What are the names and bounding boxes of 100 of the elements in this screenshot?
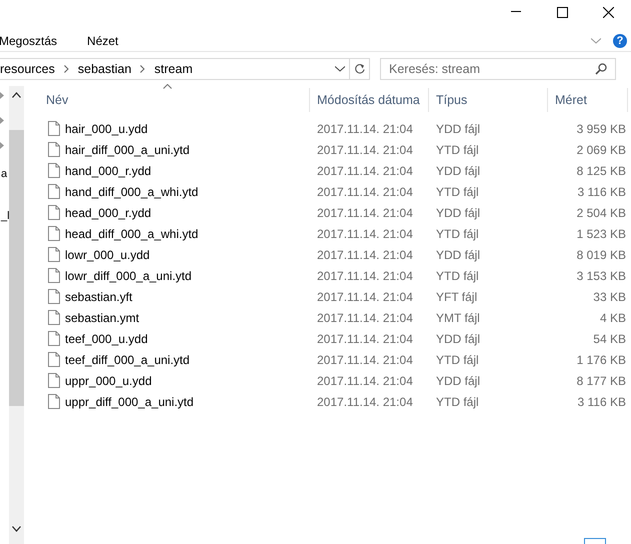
file-icon	[48, 184, 60, 199]
modified-date: 2017.11.14. 21:04	[317, 374, 413, 388]
nav-item[interactable]: a	[1, 167, 8, 181]
modified-date: 2017.11.14. 21:04	[317, 122, 413, 136]
file-name[interactable]: lowr_diff_000_a_uni.ytd	[65, 266, 192, 284]
breadcrumb[interactable]: stream	[154, 60, 193, 78]
file-size: 3 116 KB	[578, 184, 626, 200]
modified-date: 2017.11.14. 21:04	[317, 332, 413, 346]
file-icon	[48, 331, 60, 346]
file-name[interactable]: hair_diff_000_a_uni.ytd	[65, 140, 190, 158]
file-size: 8 177 KB	[576, 372, 626, 390]
file-size: 33 KB	[593, 288, 626, 306]
refresh-icon[interactable]	[354, 63, 365, 75]
ribbon-tab[interactable]: Nézet	[87, 32, 118, 50]
file-size: 4 KB	[600, 310, 626, 326]
expand-icon[interactable]	[0, 117, 4, 124]
minimize-icon[interactable]	[511, 11, 521, 13]
file-type: YFT fájl	[436, 290, 478, 304]
breadcrumb[interactable]: resources	[0, 60, 55, 78]
file-name[interactable]: teef_diff_000_a_uni.ytd	[65, 350, 190, 368]
search-field[interactable]: Keresés: stream	[380, 58, 616, 80]
file-icon	[48, 268, 60, 283]
sort-ascending-icon	[163, 84, 172, 89]
column-header[interactable]: Módosítás dátuma	[317, 90, 420, 110]
modified-date: 2017.11.14. 21:04	[317, 290, 413, 304]
modified-date: 2017.11.14. 21:04	[317, 184, 413, 198]
view-toggle-icon[interactable]	[584, 538, 606, 544]
column-header[interactable]: Méret	[555, 90, 587, 110]
file-name[interactable]: teef_000_u.ydd	[65, 330, 148, 348]
help-button[interactable]: ?	[613, 34, 627, 48]
file-size: 1 523 KB	[576, 226, 626, 242]
column-header[interactable]: Név	[46, 90, 68, 110]
file-icon	[48, 289, 60, 304]
chevron-right-icon[interactable]	[140, 65, 146, 73]
chevron-right-icon[interactable]	[64, 65, 69, 73]
file-icon	[48, 310, 60, 325]
file-type: YTD fájl	[436, 394, 479, 408]
modified-date: 2017.11.14. 21:04	[317, 268, 413, 282]
file-size: 8 019 KB	[576, 246, 626, 264]
file-icon	[48, 394, 60, 409]
file-size: 3 153 KB	[576, 268, 626, 284]
file-icon	[48, 352, 60, 367]
file-type: YDD fájl	[436, 248, 480, 262]
file-type: YDD fájl	[436, 206, 480, 220]
search-icon[interactable]	[595, 63, 607, 75]
scroll-down-icon[interactable]	[12, 526, 21, 532]
modified-date: 2017.11.14. 21:04	[317, 248, 413, 262]
scrollbar[interactable]	[9, 86, 24, 544]
maximize-icon[interactable]	[556, 6, 568, 18]
file-name[interactable]: head_000_r.ydd	[65, 204, 152, 222]
scrollbar-thumb[interactable]	[9, 130, 24, 406]
file-size: 2 504 KB	[576, 204, 626, 222]
file-name[interactable]: sebastian.yft	[65, 288, 132, 306]
column-header[interactable]: Típus	[436, 90, 468, 110]
modified-date: 2017.11.14. 21:04	[317, 394, 413, 408]
address-bar[interactable]: resources sebastian stream	[0, 58, 370, 80]
file-type: YDD fájl	[436, 122, 480, 136]
file-type: YTD fájl	[436, 352, 479, 366]
file-name[interactable]: hand_000_r.ydd	[65, 162, 152, 180]
file-type: YTD fájl	[436, 142, 479, 156]
modified-date: 2017.11.14. 21:04	[317, 164, 413, 178]
expand-icon[interactable]	[0, 92, 4, 99]
scroll-up-icon[interactable]	[12, 92, 21, 98]
file-icon	[48, 247, 60, 262]
modified-date: 2017.11.14. 21:04	[317, 206, 413, 220]
close-icon[interactable]	[602, 6, 614, 18]
file-name[interactable]: lowr_000_u.ydd	[65, 246, 150, 264]
expand-icon[interactable]	[0, 142, 4, 149]
modified-date: 2017.11.14. 21:04	[317, 226, 413, 240]
dropdown-icon[interactable]	[335, 66, 345, 72]
modified-date: 2017.11.14. 21:04	[317, 310, 413, 324]
modified-date: 2017.11.14. 21:04	[317, 142, 413, 156]
file-type: YDD fájl	[436, 332, 480, 346]
file-size: 3 116 KB	[578, 394, 626, 410]
file-name[interactable]: sebastian.ymt	[65, 308, 140, 326]
file-name[interactable]: uppr_diff_000_a_uni.ytd	[65, 392, 194, 410]
file-icon	[48, 205, 60, 220]
file-name[interactable]: head_diff_000_a_whi.ytd	[65, 224, 198, 242]
file-type: YDD fájl	[436, 164, 480, 178]
chevron-icon[interactable]	[591, 38, 601, 44]
file-name[interactable]: hand_diff_000_a_whi.ytd	[65, 182, 198, 200]
file-icon	[48, 121, 60, 136]
file-size: 1 176 KB	[576, 352, 626, 368]
file-size: 8 125 KB	[576, 162, 626, 180]
breadcrumb[interactable]: sebastian	[78, 60, 132, 78]
file-icon	[48, 142, 60, 157]
file-type: YMT fájl	[436, 310, 480, 324]
file-type: YTD fájl	[436, 268, 479, 282]
file-icon	[48, 226, 60, 241]
file-icon	[48, 163, 60, 178]
ribbon-tab[interactable]: Megosztás	[0, 32, 58, 50]
file-type: YTD fájl	[436, 226, 479, 240]
file-name[interactable]: uppr_000_u.ydd	[65, 372, 152, 390]
file-size: 54 KB	[593, 330, 626, 348]
modified-date: 2017.11.14. 21:04	[317, 352, 413, 366]
file-name[interactable]: hair_000_u.ydd	[65, 120, 148, 138]
file-icon	[48, 373, 60, 388]
nav-item[interactable]: _l	[1, 209, 10, 223]
file-type: YDD fájl	[436, 374, 480, 388]
file-size: 2 069 KB	[576, 142, 626, 158]
